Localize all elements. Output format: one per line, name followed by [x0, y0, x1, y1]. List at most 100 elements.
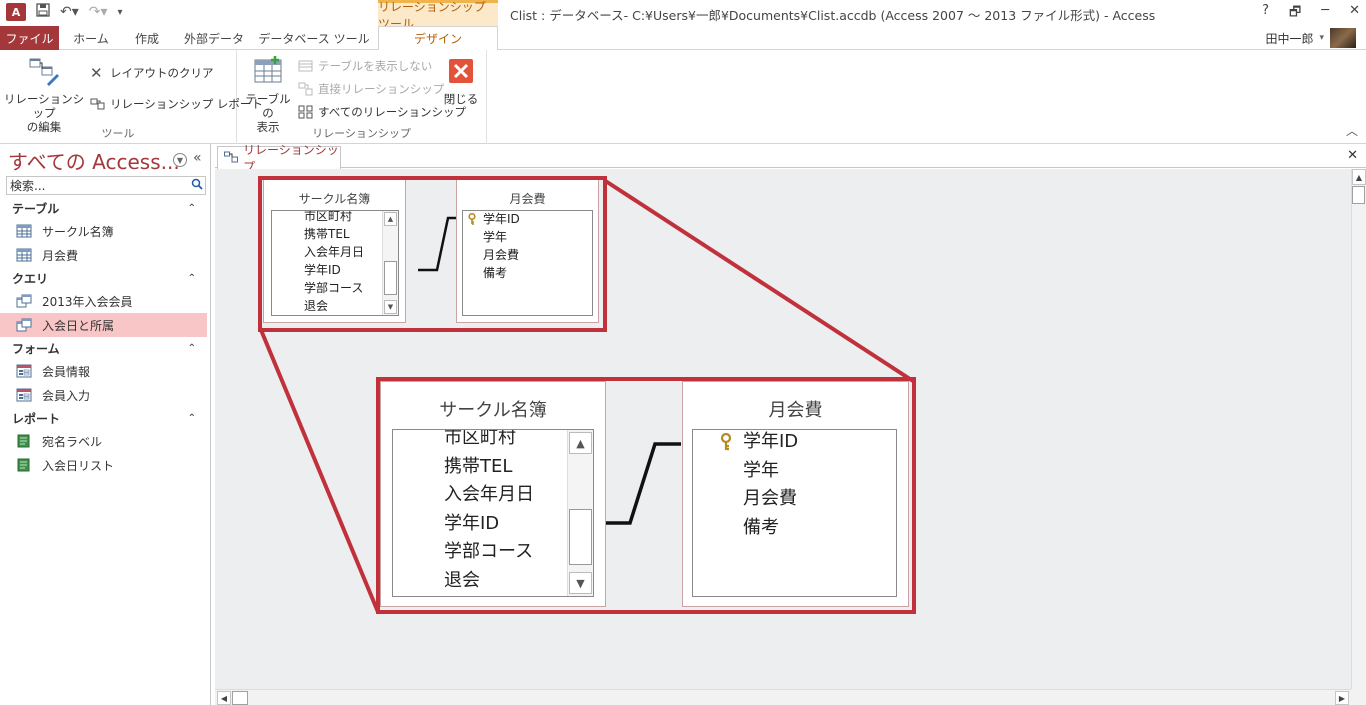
- nav-item-form-member-info[interactable]: 会員情報: [0, 359, 210, 383]
- document-tabs: リレーションシップ ✕: [215, 143, 1366, 174]
- collapse-category-icon[interactable]: ⌃: [188, 273, 196, 284]
- nav-item-label: 月会費: [42, 248, 79, 263]
- table-icon: [16, 248, 32, 262]
- all-relationships-label: すべてのリレーションシップ: [318, 105, 467, 119]
- ribbon: リレーションシップ の編集 ✕ レイアウトのクリア リレーションシップ レポート…: [0, 50, 1366, 144]
- quick-access-toolbar: A ↶▾ ↷▾ ▾: [6, 3, 123, 21]
- scroll-right-arrow-icon[interactable]: ▶: [1335, 691, 1349, 705]
- tab-home[interactable]: ホーム: [66, 26, 116, 50]
- nav-item-circle-table[interactable]: サークル名簿: [0, 219, 210, 243]
- tab-external-data[interactable]: 外部データ: [178, 26, 250, 50]
- show-table-label-1: テーブルの: [245, 92, 291, 120]
- nav-category-queries[interactable]: クエリ ⌃: [0, 267, 210, 289]
- window-controls: ? 🗗 ─ ✕: [1262, 3, 1360, 25]
- horizontal-scrollbar[interactable]: ◀ ▶: [215, 689, 1351, 705]
- vertical-scroll-thumb[interactable]: [1352, 186, 1365, 204]
- hide-table-icon: [298, 59, 314, 73]
- close-relationships-button[interactable]: 閉じる: [440, 54, 482, 106]
- clear-layout-button[interactable]: ✕ レイアウトのクリア: [90, 65, 214, 81]
- navigation-pane: すべての Access... ▼ « 検索... テーブル ⌃ サークル名簿 月…: [0, 144, 211, 705]
- close-button[interactable]: ✕: [1349, 3, 1360, 25]
- collapse-ribbon-icon[interactable]: ︿: [1346, 122, 1358, 139]
- nav-pane-title: すべての Access...: [8, 149, 180, 174]
- search-input[interactable]: 検索...: [6, 176, 206, 195]
- context-tools-label: リレーションシップ ツール: [378, 0, 498, 31]
- nav-item-report-labels[interactable]: 宛名ラベル: [0, 429, 210, 453]
- tools-group-label: ツール: [101, 127, 135, 140]
- edit-relationships-button[interactable]: リレーションシップ の編集: [2, 54, 86, 134]
- collapse-nav-icon[interactable]: «: [193, 150, 202, 166]
- vertical-scrollbar[interactable]: ▲: [1351, 169, 1366, 689]
- ribbon-tabs: ファイル ホーム 作成 外部データ データベース ツール デザイン 田中一郎 ▾: [0, 26, 1366, 51]
- horizontal-scroll-thumb[interactable]: [232, 691, 248, 705]
- report-icon: [16, 458, 32, 472]
- nav-item-query-2013[interactable]: 2013年入会会員: [0, 289, 210, 313]
- scroll-up-arrow-icon[interactable]: ▲: [1352, 169, 1366, 185]
- direct-relationships-icon: [298, 82, 314, 96]
- callout-line-right: [602, 178, 915, 383]
- hide-table-button[interactable]: テーブルを表示しない: [298, 58, 432, 74]
- relationships-group-label: リレーションシップ: [312, 127, 411, 140]
- nav-menu-dropdown-icon[interactable]: ▼: [173, 153, 187, 167]
- relationships-icon: [224, 151, 238, 166]
- tab-design[interactable]: デザイン: [378, 26, 498, 51]
- tab-database-tools[interactable]: データベース ツール: [258, 26, 370, 50]
- search-icon[interactable]: [191, 178, 203, 193]
- nav-item-label: 会員入力: [42, 388, 91, 403]
- scroll-left-arrow-icon[interactable]: ◀: [217, 691, 231, 705]
- save-icon[interactable]: [36, 3, 50, 21]
- nav-item-form-member-input[interactable]: 会員入力: [0, 383, 210, 407]
- chevron-down-icon: ▾: [1319, 33, 1324, 43]
- title-bar: A ↶▾ ↷▾ ▾ リレーションシップ ツール Clist : データベース- …: [0, 0, 1366, 31]
- form-icon: [16, 364, 32, 378]
- nav-category-label: フォーム: [12, 341, 60, 356]
- help-button[interactable]: ?: [1262, 3, 1269, 25]
- restore-button[interactable]: 🗗: [1289, 3, 1301, 25]
- relationships-canvas[interactable]: サークル名簿 市区町村 携帯TEL 入会年月日 学年ID 学部コース 退会 ▲ …: [215, 169, 1351, 689]
- minimize-button[interactable]: ─: [1321, 3, 1329, 25]
- nav-item-query-join-date[interactable]: 入会日と所属: [0, 313, 207, 337]
- nav-item-label: 会員情報: [42, 364, 91, 379]
- user-account[interactable]: 田中一郎 ▾: [1265, 28, 1356, 48]
- nav-item-report-join-list[interactable]: 入会日リスト: [0, 453, 210, 477]
- customize-qat-icon[interactable]: ▾: [118, 7, 123, 18]
- close-red-x-icon: [444, 54, 478, 88]
- tab-relationships[interactable]: リレーションシップ: [217, 143, 341, 174]
- collapse-category-icon[interactable]: ⌃: [188, 203, 196, 214]
- tab-file[interactable]: ファイル: [0, 26, 59, 50]
- nav-item-label: 入会日と所属: [42, 318, 115, 333]
- nav-category-tables[interactable]: テーブル ⌃: [0, 197, 210, 219]
- report-icon: [90, 97, 106, 111]
- direct-relationships-label: 直接リレーションシップ: [318, 82, 445, 96]
- show-table-button[interactable]: テーブルの 表示: [241, 54, 295, 134]
- highlight-box-zoomed: [376, 377, 916, 614]
- table-icon: [16, 224, 32, 238]
- table-grid-icon: [251, 54, 285, 88]
- close-document-icon[interactable]: ✕: [1347, 148, 1358, 163]
- query-icon: [16, 294, 32, 308]
- redo-icon[interactable]: ↷▾: [89, 4, 108, 20]
- nav-category-label: クエリ: [12, 271, 49, 286]
- query-icon: [16, 318, 32, 332]
- undo-icon[interactable]: ↶▾: [60, 4, 79, 20]
- collapse-category-icon[interactable]: ⌃: [188, 343, 196, 354]
- access-logo-icon[interactable]: A: [6, 3, 26, 21]
- form-icon: [16, 388, 32, 402]
- all-relationships-icon: [298, 105, 314, 119]
- ribbon-group-tools: リレーションシップ の編集 ✕ レイアウトのクリア リレーションシップ レポート…: [0, 50, 263, 144]
- collapse-category-icon[interactable]: ⌃: [188, 413, 196, 424]
- search-placeholder: 検索...: [10, 179, 46, 193]
- direct-relationships-button[interactable]: 直接リレーションシップ: [298, 81, 444, 97]
- nav-category-forms[interactable]: フォーム ⌃: [0, 337, 210, 359]
- tab-create[interactable]: 作成: [124, 26, 170, 50]
- nav-item-label: 宛名ラベル: [42, 434, 103, 449]
- highlight-box-small: [258, 176, 607, 332]
- nav-category-label: テーブル: [12, 201, 60, 216]
- nav-item-label: 入会日リスト: [42, 458, 115, 473]
- nav-pane-header[interactable]: すべての Access... ▼ «: [0, 144, 210, 176]
- all-relationships-button[interactable]: すべてのリレーションシップ: [298, 104, 466, 120]
- nav-item-fee-table[interactable]: 月会費: [0, 243, 210, 267]
- clear-x-icon: ✕: [90, 64, 103, 82]
- scrollbar-corner: [1351, 689, 1366, 705]
- nav-category-reports[interactable]: レポート ⌃: [0, 407, 210, 429]
